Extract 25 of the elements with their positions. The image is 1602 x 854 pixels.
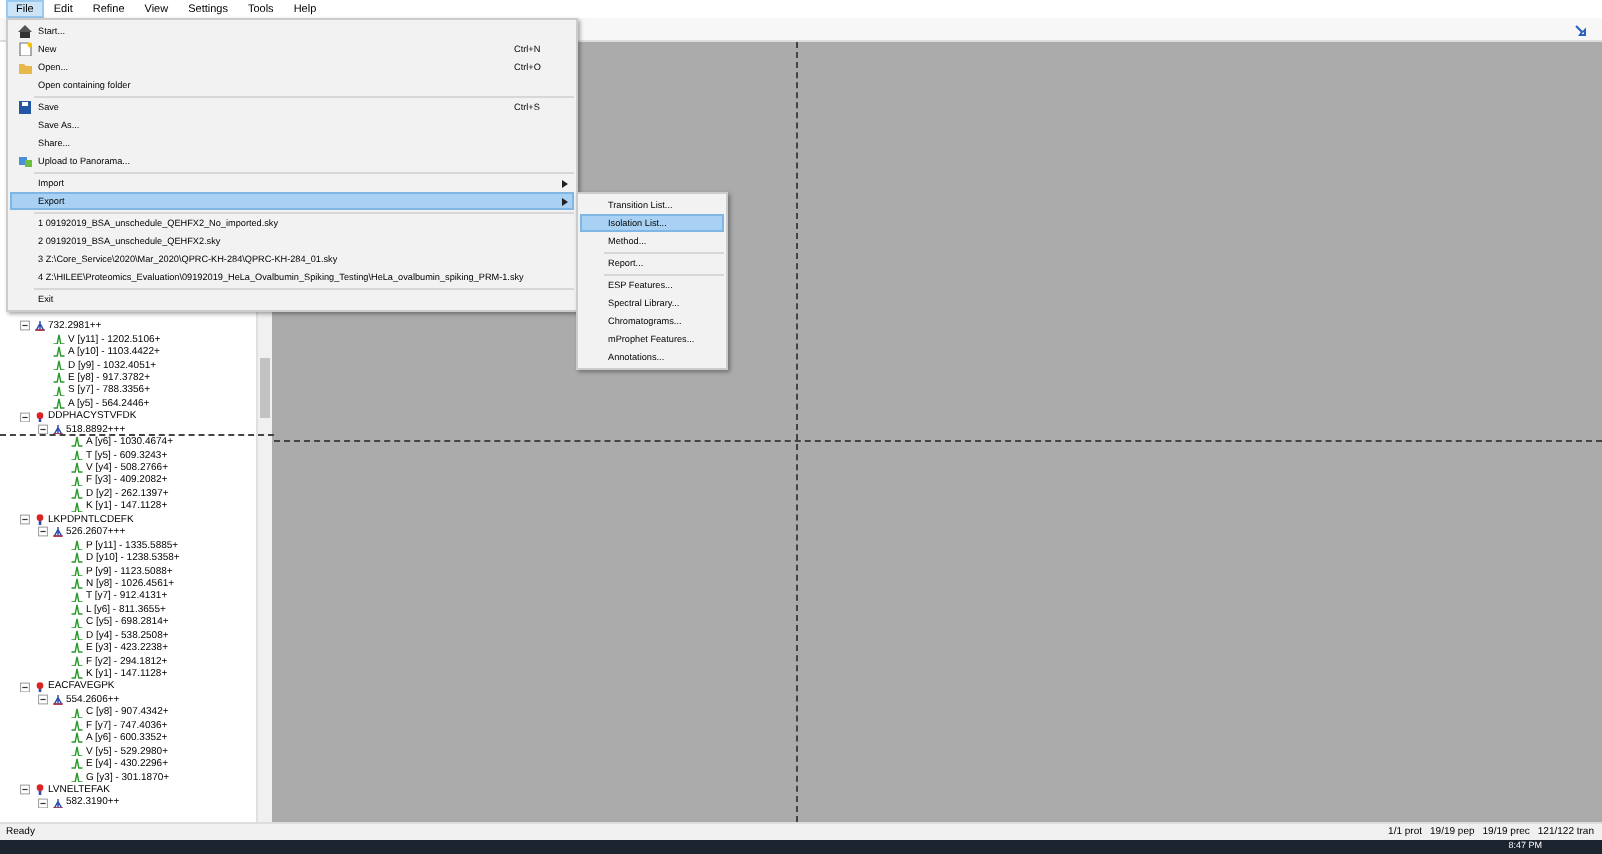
collapse-icon[interactable] (38, 423, 48, 435)
precursor-icon (51, 423, 63, 435)
new-page-icon (18, 41, 32, 57)
peptide-icon (33, 784, 45, 796)
precursor-icon (51, 797, 63, 809)
collapse-icon[interactable] (38, 694, 48, 706)
house-icon (18, 23, 32, 39)
collapse-icon[interactable] (20, 320, 30, 332)
scrollbar-thumb[interactable] (260, 358, 270, 418)
submenu-arrow-icon (562, 197, 568, 205)
submenu-arrow-icon (562, 179, 568, 187)
collapse-icon[interactable] (20, 411, 30, 423)
precursor-icon (51, 526, 63, 538)
collapse-icon[interactable] (38, 797, 48, 809)
peptide-icon (33, 514, 45, 526)
collapse-icon[interactable] (20, 784, 30, 796)
collapse-icon[interactable] (38, 526, 48, 538)
upload-icon (18, 153, 32, 169)
precursor-icon (33, 320, 45, 332)
precursor-icon (51, 694, 63, 706)
peptide-icon (33, 411, 45, 423)
peptide-icon (33, 681, 45, 693)
folder-icon (18, 59, 32, 75)
collapse-icon[interactable] (20, 681, 30, 693)
collapse-icon[interactable] (20, 514, 30, 526)
